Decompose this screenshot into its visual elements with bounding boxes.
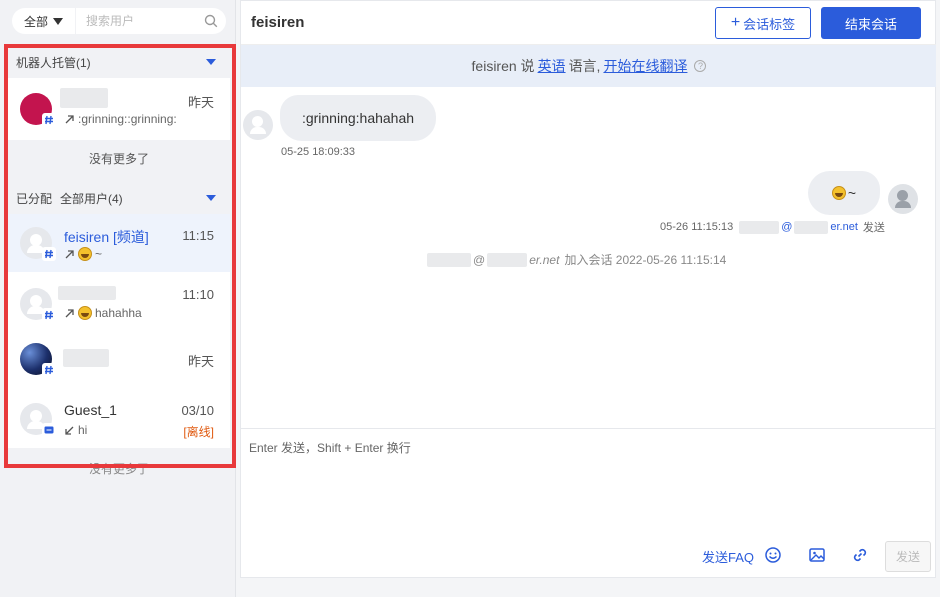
system-event: @ er.net 加入会话 2022-05-26 11:15:14: [427, 251, 726, 268]
avatar: [20, 227, 56, 261]
section-header-robot[interactable]: 机器人托管(1): [8, 46, 230, 78]
channel-hash-icon: [42, 363, 56, 377]
start-translation-link[interactable]: 开始在线翻译: [603, 56, 687, 76]
collapse-arrow-icon[interactable]: [206, 195, 216, 201]
section-title-robot: 机器人托管(1): [16, 55, 91, 70]
send-faq-link[interactable]: 发送FAQ: [702, 547, 754, 566]
chat-header: feisiren + 会话标签 结束会话: [241, 1, 937, 45]
filter-label: 全部: [24, 14, 49, 29]
redacted-user: [487, 252, 528, 267]
redacted-user: [427, 252, 471, 267]
sidebar-topbar: 全部: [0, 0, 236, 42]
conversation-time: 11:15: [182, 228, 214, 243]
message-time: 05-26 11:15:13: [660, 221, 734, 233]
conversation-item-guest[interactable]: Guest_1 03/10 hi [离线]: [8, 388, 230, 448]
conversation-time: 11:10: [182, 287, 214, 302]
language-link[interactable]: 英语: [538, 56, 566, 76]
conversation-time: 昨天: [187, 95, 214, 110]
end-session-button[interactable]: 结束会话: [821, 7, 921, 39]
plus-icon: +: [730, 14, 741, 31]
conversation-item-feisiren[interactable]: feisiren [频道] 11:15 ~: [8, 214, 230, 272]
agent-avatar: [888, 184, 918, 214]
channel-hash-icon: [42, 113, 56, 127]
sender-domain: er.net: [830, 221, 858, 233]
message-time: 05-25 18:09:33: [281, 146, 356, 158]
grinning-emoji-icon: [78, 247, 92, 261]
outgoing-arrow-icon: [65, 308, 74, 317]
outgoing-arrow-icon: [65, 249, 74, 258]
message-bubble-outgoing: ~: [808, 171, 880, 215]
send-button[interactable]: 发送: [885, 541, 931, 572]
message-text: :grinning:hahahah: [301, 110, 415, 126]
caret-down-icon: [53, 17, 64, 25]
preview-text: ~: [95, 247, 103, 261]
redacted-name: [63, 349, 109, 367]
conversation-preview: hi: [64, 423, 87, 437]
no-more-label: 没有更多了: [8, 140, 230, 178]
link-icon[interactable]: [851, 546, 869, 564]
chat-app: 全部 机器人托管(1) 昨天 :grinning::grinni: [0, 0, 940, 597]
filter-dropdown[interactable]: 全部: [12, 8, 75, 34]
search-icon[interactable]: [204, 14, 218, 28]
chat-bubble-icon: [42, 423, 56, 437]
conversation-item[interactable]: 11:10 hahahha: [8, 272, 230, 332]
message-composer: 发送FAQ 发送: [241, 428, 937, 579]
conversation-preview: :grinning::grinning:: [64, 112, 177, 126]
message-input[interactable]: [249, 439, 929, 529]
avatar: [20, 343, 56, 377]
section-header-assigned[interactable]: 已分配 全部用户(4): [8, 182, 230, 214]
channel-hash-icon: [42, 247, 56, 261]
message-bubble-incoming: :grinning:hahahah: [280, 95, 436, 141]
preview-text: hahahha: [95, 306, 142, 320]
conversation-time: 昨天: [187, 354, 214, 369]
message-meta: 05-26 11:15:13 @ er.net 发送: [660, 220, 885, 234]
chat-title: feisiren: [251, 14, 305, 31]
conversation-item[interactable]: 昨天 :grinning::grinning:: [8, 78, 230, 140]
search-box[interactable]: [76, 8, 226, 34]
no-more-label: 没有更多了: [8, 450, 230, 488]
conversation-sidebar: 全部 机器人托管(1) 昨天 :grinning::grinni: [0, 0, 236, 597]
banner-middle: 语言,: [568, 58, 601, 74]
message-action: 发送: [862, 222, 885, 234]
conversation-name: Guest_1: [64, 402, 117, 418]
add-session-tag-button[interactable]: + 会话标签: [715, 7, 811, 39]
offline-status-badge: [离线]: [183, 425, 214, 439]
message-text: ~: [847, 185, 857, 201]
conversation-preview: ~: [64, 247, 102, 261]
redacted-sender: [794, 220, 829, 234]
section-subtitle-assigned: 全部用户(4): [60, 191, 123, 206]
section-title-assigned: 已分配: [16, 191, 53, 206]
avatar: [20, 288, 56, 322]
help-icon[interactable]: ?: [694, 60, 707, 72]
conversation-name: feisiren [频道]: [64, 229, 149, 245]
chat-panel: feisiren + 会话标签 结束会话 feisiren 说 英语 语言, 开…: [240, 0, 937, 579]
channel-hash-icon: [42, 308, 56, 322]
grinning-emoji-icon: [78, 306, 92, 320]
emoji-icon[interactable]: [764, 546, 782, 564]
avatar: [20, 93, 56, 127]
conversation-time: 03/10: [181, 403, 214, 418]
collapse-arrow-icon[interactable]: [206, 59, 216, 65]
translation-banner: feisiren 说 英语 语言, 开始在线翻译 ?: [241, 45, 937, 87]
message-meta: 05-25 18:09:33: [281, 146, 355, 158]
grinning-emoji-icon: [831, 186, 846, 200]
search-input[interactable]: [86, 8, 196, 34]
conversation-preview: hahahha: [64, 306, 142, 320]
redacted-sender: [739, 220, 780, 234]
preview-text: :grinning::grinning:: [78, 112, 177, 126]
event-domain: er.net: [529, 252, 560, 267]
outgoing-arrow-icon: [65, 114, 74, 123]
preview-text: hi: [78, 423, 88, 437]
add-tag-label: 会话标签: [743, 16, 796, 32]
avatar: [20, 403, 56, 437]
redacted-name: [58, 286, 116, 300]
image-icon[interactable]: [808, 546, 826, 564]
window-edge: [936, 0, 940, 597]
event-text: 加入会话 2022-05-26 11:15:14: [564, 253, 727, 267]
banner-prefix: feisiren 说: [471, 58, 535, 74]
conversation-item[interactable]: 昨天: [8, 332, 230, 388]
incoming-arrow-icon: [65, 426, 74, 435]
avatar: [243, 110, 273, 140]
redacted-name: [60, 88, 108, 108]
